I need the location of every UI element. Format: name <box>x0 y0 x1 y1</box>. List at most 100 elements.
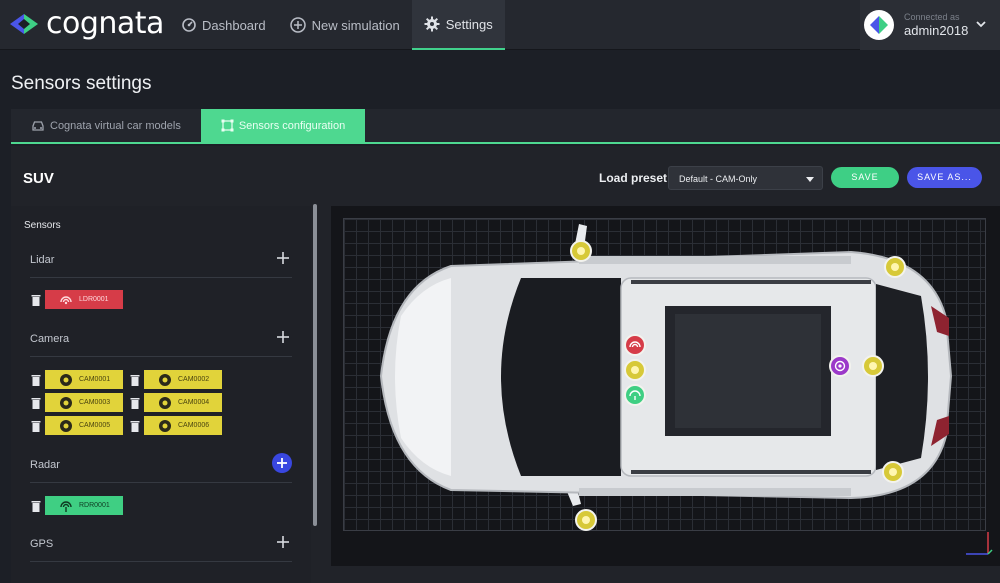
add-lidar-plus-icon[interactable] <box>276 251 290 265</box>
trash-icon[interactable] <box>31 374 41 386</box>
sensors-title: Sensors <box>24 220 61 231</box>
lidar-marker[interactable] <box>624 334 646 356</box>
lidar-icon <box>60 295 72 304</box>
camera-marker[interactable] <box>624 359 646 381</box>
sensor-chip-camera[interactable]: CAM0003 <box>45 393 123 412</box>
cognata-logo[interactable]: cognata <box>10 9 164 39</box>
page-title: Sensors settings <box>11 73 152 94</box>
camera-item-row: CAM0004 <box>130 393 222 412</box>
sensor-chip-label: CAM0005 <box>79 422 111 429</box>
dashboard-icon <box>182 18 196 32</box>
camera-marker[interactable] <box>575 509 597 531</box>
user-logo-icon <box>870 16 888 34</box>
sensor-chip-label: CAM0001 <box>79 376 111 383</box>
tab-sensors-configuration-label: Sensors configuration <box>238 119 346 132</box>
sensor-chip-label: RDR0001 <box>79 502 110 509</box>
axis-gizmo-icon <box>966 532 993 555</box>
radar-item-row: RDR0001 <box>31 496 123 515</box>
nav-new-simulation[interactable]: New simulation <box>278 0 412 50</box>
trash-icon[interactable] <box>31 500 41 512</box>
tab-virtual-car-models[interactable]: Cognata virtual car models <box>11 109 201 142</box>
sensor-chip-label: CAM0004 <box>178 399 210 406</box>
camera-marker[interactable] <box>570 240 592 262</box>
preset-select[interactable]: Default - CAM-Only <box>668 166 823 190</box>
save-as-button[interactable]: SAVE AS... <box>907 167 982 188</box>
add-camera-plus-icon[interactable] <box>276 330 290 344</box>
vehicle-name: SUV <box>23 170 54 187</box>
nav-settings[interactable]: Settings <box>411 0 505 50</box>
radar-marker[interactable] <box>624 384 646 406</box>
gps-marker[interactable] <box>829 355 851 377</box>
lidar-item-row: LDR0001 <box>31 290 123 309</box>
caret-down-icon <box>806 177 814 182</box>
sensors-sidebar: Sensors Lidar LDR0001 Camera CAM0001 CAM… <box>11 206 311 583</box>
nav-settings-label: Settings <box>445 16 493 32</box>
sensor-chip-label: CAM0006 <box>178 422 210 429</box>
logo-text: cognata <box>46 6 164 41</box>
connected-as-caption: Connected as <box>904 12 960 22</box>
add-gps-plus-icon[interactable] <box>276 535 290 549</box>
nav-dashboard[interactable]: Dashboard <box>170 0 278 50</box>
car-icon <box>32 120 44 131</box>
save-button[interactable]: SAVE <box>831 167 899 188</box>
radar-icon <box>629 390 641 400</box>
user-menu[interactable]: Connected as admin2018 <box>860 0 1000 50</box>
camera-item-row: CAM0001 <box>31 370 123 389</box>
section-camera-label: Camera <box>30 333 70 345</box>
trash-icon[interactable] <box>130 420 140 432</box>
avatar <box>864 10 894 40</box>
top-navigation-bar: cognata Dashboard New simulation Setting… <box>0 0 1000 50</box>
trash-icon[interactable] <box>31 420 41 432</box>
sensor-chip-label: CAM0002 <box>178 376 210 383</box>
camera-item-row: CAM0003 <box>31 393 123 412</box>
trash-icon[interactable] <box>31 294 41 306</box>
target-icon <box>834 360 846 372</box>
sidebar-scrollbar[interactable] <box>313 204 317 526</box>
sensors-config-panel: SUV Load preset Default - CAM-Only SAVE … <box>11 146 1000 583</box>
tab-sensors-configuration[interactable]: Sensors configuration <box>200 109 366 142</box>
section-gps: GPS <box>30 535 292 562</box>
section-gps-label: GPS <box>30 538 54 550</box>
tab-virtual-car-models-label: Cognata virtual car models <box>50 119 181 132</box>
camera-marker[interactable] <box>862 355 884 377</box>
lidar-icon <box>629 341 641 348</box>
camera-item-row: CAM0002 <box>130 370 222 389</box>
sensor-chip-label: CAM0003 <box>79 399 111 406</box>
sensor-chip-camera[interactable]: CAM0005 <box>45 416 123 435</box>
section-camera: Camera <box>30 330 292 357</box>
sensor-chip-camera[interactable]: CAM0002 <box>144 370 222 389</box>
nav-dashboard-label: Dashboard <box>202 17 266 33</box>
camera-aperture-icon <box>159 373 171 386</box>
radar-icon <box>60 500 72 512</box>
nav-new-simulation-label: New simulation <box>311 17 400 33</box>
camera-aperture-icon <box>60 419 72 432</box>
sensor-chip-camera[interactable]: CAM0004 <box>144 393 222 412</box>
trash-icon[interactable] <box>130 397 140 409</box>
user-name: admin2018 <box>904 23 969 38</box>
logo-icon <box>10 14 38 34</box>
camera-aperture-icon <box>159 419 171 432</box>
camera-marker[interactable] <box>884 256 906 278</box>
camera-aperture-icon <box>60 373 72 386</box>
vehicle-viewer[interactable] <box>331 206 1000 566</box>
sensor-chip-camera[interactable]: CAM0006 <box>144 416 222 435</box>
plus-circle-icon <box>289 17 306 33</box>
camera-aperture-icon <box>159 396 171 409</box>
sensor-chip-radar[interactable]: RDR0001 <box>45 496 123 515</box>
camera-item-row: CAM0005 <box>31 416 123 435</box>
chevron-down-icon[interactable] <box>976 20 986 28</box>
sensor-chip-lidar[interactable]: LDR0001 <box>45 290 123 309</box>
sensor-chip-camera[interactable]: CAM0001 <box>45 370 123 389</box>
frame-icon <box>221 119 234 132</box>
gear-icon <box>424 16 440 32</box>
load-preset-label: Load preset <box>599 171 668 185</box>
section-lidar: Lidar <box>30 251 292 278</box>
trash-icon[interactable] <box>130 374 140 386</box>
add-radar-button[interactable] <box>272 453 292 473</box>
settings-tabs: Cognata virtual car models Sensors confi… <box>11 109 1000 144</box>
main-nav: Dashboard New simulation Settings <box>170 0 505 50</box>
camera-marker[interactable] <box>882 461 904 483</box>
sensor-chip-label: LDR0001 <box>79 296 109 303</box>
section-radar: Radar <box>30 453 292 483</box>
trash-icon[interactable] <box>31 397 41 409</box>
